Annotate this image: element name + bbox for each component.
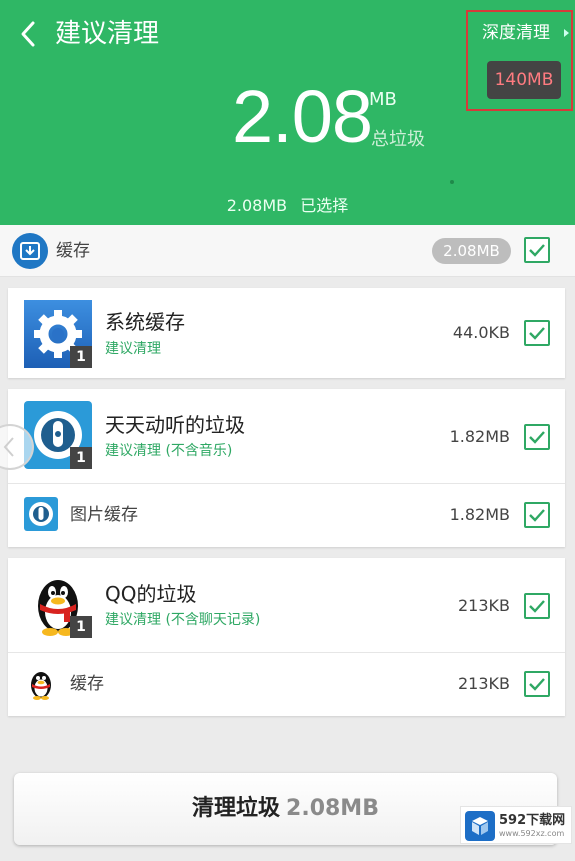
total-junk-unit: MB bbox=[369, 89, 397, 110]
item-checkbox[interactable] bbox=[524, 320, 550, 346]
app-name: 系统缓存 bbox=[105, 310, 185, 334]
list-item-system-cache[interactable]: 1 系统缓存 建议清理 44.0KB bbox=[8, 288, 565, 378]
item-size: 1.82MB bbox=[449, 427, 510, 446]
checkmark-icon bbox=[529, 600, 545, 613]
sub-item-checkbox[interactable] bbox=[524, 502, 550, 528]
watermark-url: www.592xz.com bbox=[499, 829, 565, 838]
qq-penguin-icon: 1 bbox=[24, 570, 92, 638]
item-checkbox[interactable] bbox=[524, 424, 550, 450]
site-watermark: 592下载网 www.592xz.com bbox=[460, 806, 572, 844]
music-player-icon: 1 bbox=[24, 401, 92, 469]
header: 建议清理 深度清理 140MB 2.08 MB 总垃圾 2.08MB 已选择 bbox=[0, 0, 575, 225]
download-box-icon bbox=[12, 233, 48, 269]
app-note: 建议清理 bbox=[105, 341, 161, 357]
item-size: 44.0KB bbox=[452, 323, 510, 342]
sub-item-checkbox[interactable] bbox=[524, 671, 550, 697]
total-junk-size: 2.08 bbox=[232, 75, 373, 158]
selected-size: 2.08MB bbox=[226, 196, 288, 215]
chevron-left-icon bbox=[3, 437, 14, 457]
category-checkbox[interactable] bbox=[524, 237, 550, 263]
checkmark-icon bbox=[529, 431, 545, 444]
app-note: 建议清理 (不含音乐) bbox=[105, 443, 233, 459]
chevron-right-icon bbox=[564, 29, 569, 37]
item-size: 213KB bbox=[457, 596, 510, 615]
list-group-ttpod: 1 天天动听的垃圾 建议清理 (不含音乐) 1.82MB 图片缓存 1.82MB bbox=[8, 389, 565, 547]
checkmark-icon bbox=[529, 509, 545, 522]
item-count-badge: 1 bbox=[70, 616, 92, 638]
category-label: 缓存 bbox=[56, 241, 90, 261]
selected-summary: 2.08MB 已选择 bbox=[0, 192, 575, 220]
checkmark-icon bbox=[529, 678, 545, 691]
clean-button-label: 清理垃圾 bbox=[192, 796, 281, 821]
list-group-qq: 1 QQ的垃圾 建议清理 (不含聊天记录) 213KB 缓存 213KB bbox=[8, 558, 565, 716]
deep-clean-button[interactable]: 深度清理 140MB bbox=[466, 10, 573, 111]
cube-logo-icon bbox=[465, 811, 495, 841]
checkmark-icon bbox=[529, 244, 545, 257]
sub-item-qq-cache[interactable]: 缓存 213KB bbox=[8, 653, 565, 716]
page-title: 建议清理 bbox=[55, 19, 160, 49]
deep-clean-label: 深度清理 bbox=[482, 23, 550, 43]
music-player-small-icon bbox=[24, 497, 58, 531]
qq-penguin-small-icon bbox=[24, 667, 58, 701]
app-name: QQ的垃圾 bbox=[105, 582, 197, 606]
item-count-badge: 1 bbox=[70, 447, 92, 469]
watermark-text: 592下载网 bbox=[499, 813, 566, 828]
clean-button-size: 2.08MB bbox=[286, 796, 379, 821]
item-count-badge: 1 bbox=[70, 346, 92, 368]
app-note: 建议清理 (不含聊天记录) bbox=[105, 612, 261, 628]
sub-item-label: 图片缓存 bbox=[70, 505, 138, 525]
checkmark-icon bbox=[529, 327, 545, 340]
sub-item-size: 1.82MB bbox=[449, 505, 510, 524]
back-button[interactable] bbox=[18, 14, 38, 54]
sub-item-size: 213KB bbox=[457, 674, 510, 693]
deep-clean-size-badge: 140MB bbox=[487, 61, 561, 99]
decorative-dot bbox=[450, 180, 454, 184]
item-checkbox[interactable] bbox=[524, 593, 550, 619]
app-name: 天天动听的垃圾 bbox=[105, 413, 245, 437]
category-size-pill: 2.08MB bbox=[432, 238, 511, 264]
gear-icon: 1 bbox=[24, 300, 92, 368]
selected-label: 已选择 bbox=[300, 196, 349, 215]
chevron-left-icon bbox=[21, 21, 35, 47]
category-row-cache[interactable]: 缓存 2.08MB bbox=[0, 225, 575, 277]
sub-item-image-cache[interactable]: 图片缓存 1.82MB bbox=[8, 484, 565, 547]
total-junk-label: 总垃圾 bbox=[371, 129, 425, 150]
sub-item-label: 缓存 bbox=[70, 674, 104, 694]
